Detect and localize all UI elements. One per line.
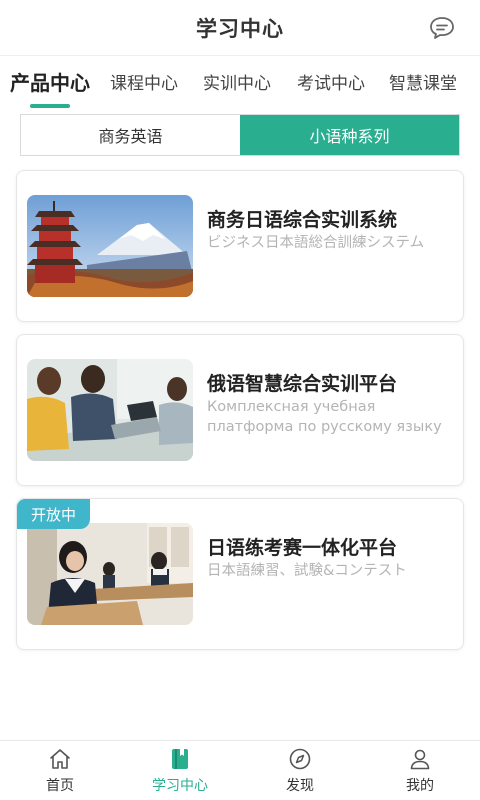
card-thumbnail: [27, 195, 193, 297]
app-header: 学习中心: [0, 0, 480, 56]
bottom-navigation: 首页 学习中心 发现 我的: [0, 740, 480, 800]
card-title: 日语练考赛一体化平台: [207, 537, 398, 559]
active-tab-indicator: [30, 103, 70, 108]
segment-business-english[interactable]: 商务英语: [21, 115, 240, 155]
segment-minor-languages[interactable]: 小语种系列: [240, 115, 459, 155]
card-thumbnail: [27, 359, 193, 461]
home-icon: [50, 748, 70, 769]
nav-label: 我的: [406, 777, 434, 794]
tab-label: 考试中心: [297, 73, 365, 94]
card-subtitle: 日本語練習、試験&コンテスト: [207, 563, 407, 579]
nav-label: 首页: [46, 777, 74, 794]
open-status-badge: 开放中: [17, 499, 91, 529]
book-icon: [172, 748, 188, 769]
user-icon: [410, 749, 430, 769]
product-card[interactable]: 商务日语综合实训系统 ビジネス日本語総合訓練システム: [16, 170, 464, 322]
tab-training-center[interactable]: 实训中心: [203, 69, 271, 94]
nav-learning-center[interactable]: 学习中心: [120, 741, 240, 800]
tab-label: 产品中心: [10, 70, 90, 95]
card-thumbnail: [27, 523, 193, 625]
nav-label: 发现: [286, 777, 314, 794]
category-tabs: 产品中心 课程中心 实训中心 考试中心 智慧课堂: [0, 56, 480, 108]
product-card[interactable]: 开放中 日语练考赛一体化平台 日本語練習、試験&コンテスト: [16, 498, 464, 650]
card-title: 俄语智慧综合实训平台: [207, 373, 398, 395]
nav-discover[interactable]: 发现: [240, 741, 360, 800]
card-subtitle: ビジネス日本語総合訓練システム: [207, 235, 425, 251]
product-card[interactable]: 俄语智慧综合实训平台 Комплексная учебная платформа…: [16, 334, 464, 486]
nav-label: 学习中心: [152, 777, 208, 794]
card-title: 商务日语综合实训系统: [207, 209, 398, 231]
message-icon[interactable]: [428, 14, 456, 42]
tab-label: 实训中心: [203, 73, 271, 94]
tab-label: 智慧课堂: [389, 73, 457, 94]
tab-product-center[interactable]: 产品中心: [10, 67, 90, 108]
nav-home[interactable]: 首页: [0, 741, 120, 800]
nav-mine[interactable]: 我的: [360, 741, 480, 800]
page-title: 学习中心: [196, 16, 284, 41]
tab-smart-classroom[interactable]: 智慧课堂: [389, 69, 457, 94]
tab-exam-center[interactable]: 考试中心: [297, 69, 365, 94]
language-segment: 商务英语 小语种系列: [20, 114, 460, 156]
tab-label: 课程中心: [110, 73, 178, 94]
compass-icon: [289, 748, 311, 769]
tab-course-center[interactable]: 课程中心: [110, 69, 178, 94]
card-subtitle: Комплексная учебная платформа по русском…: [207, 399, 442, 435]
